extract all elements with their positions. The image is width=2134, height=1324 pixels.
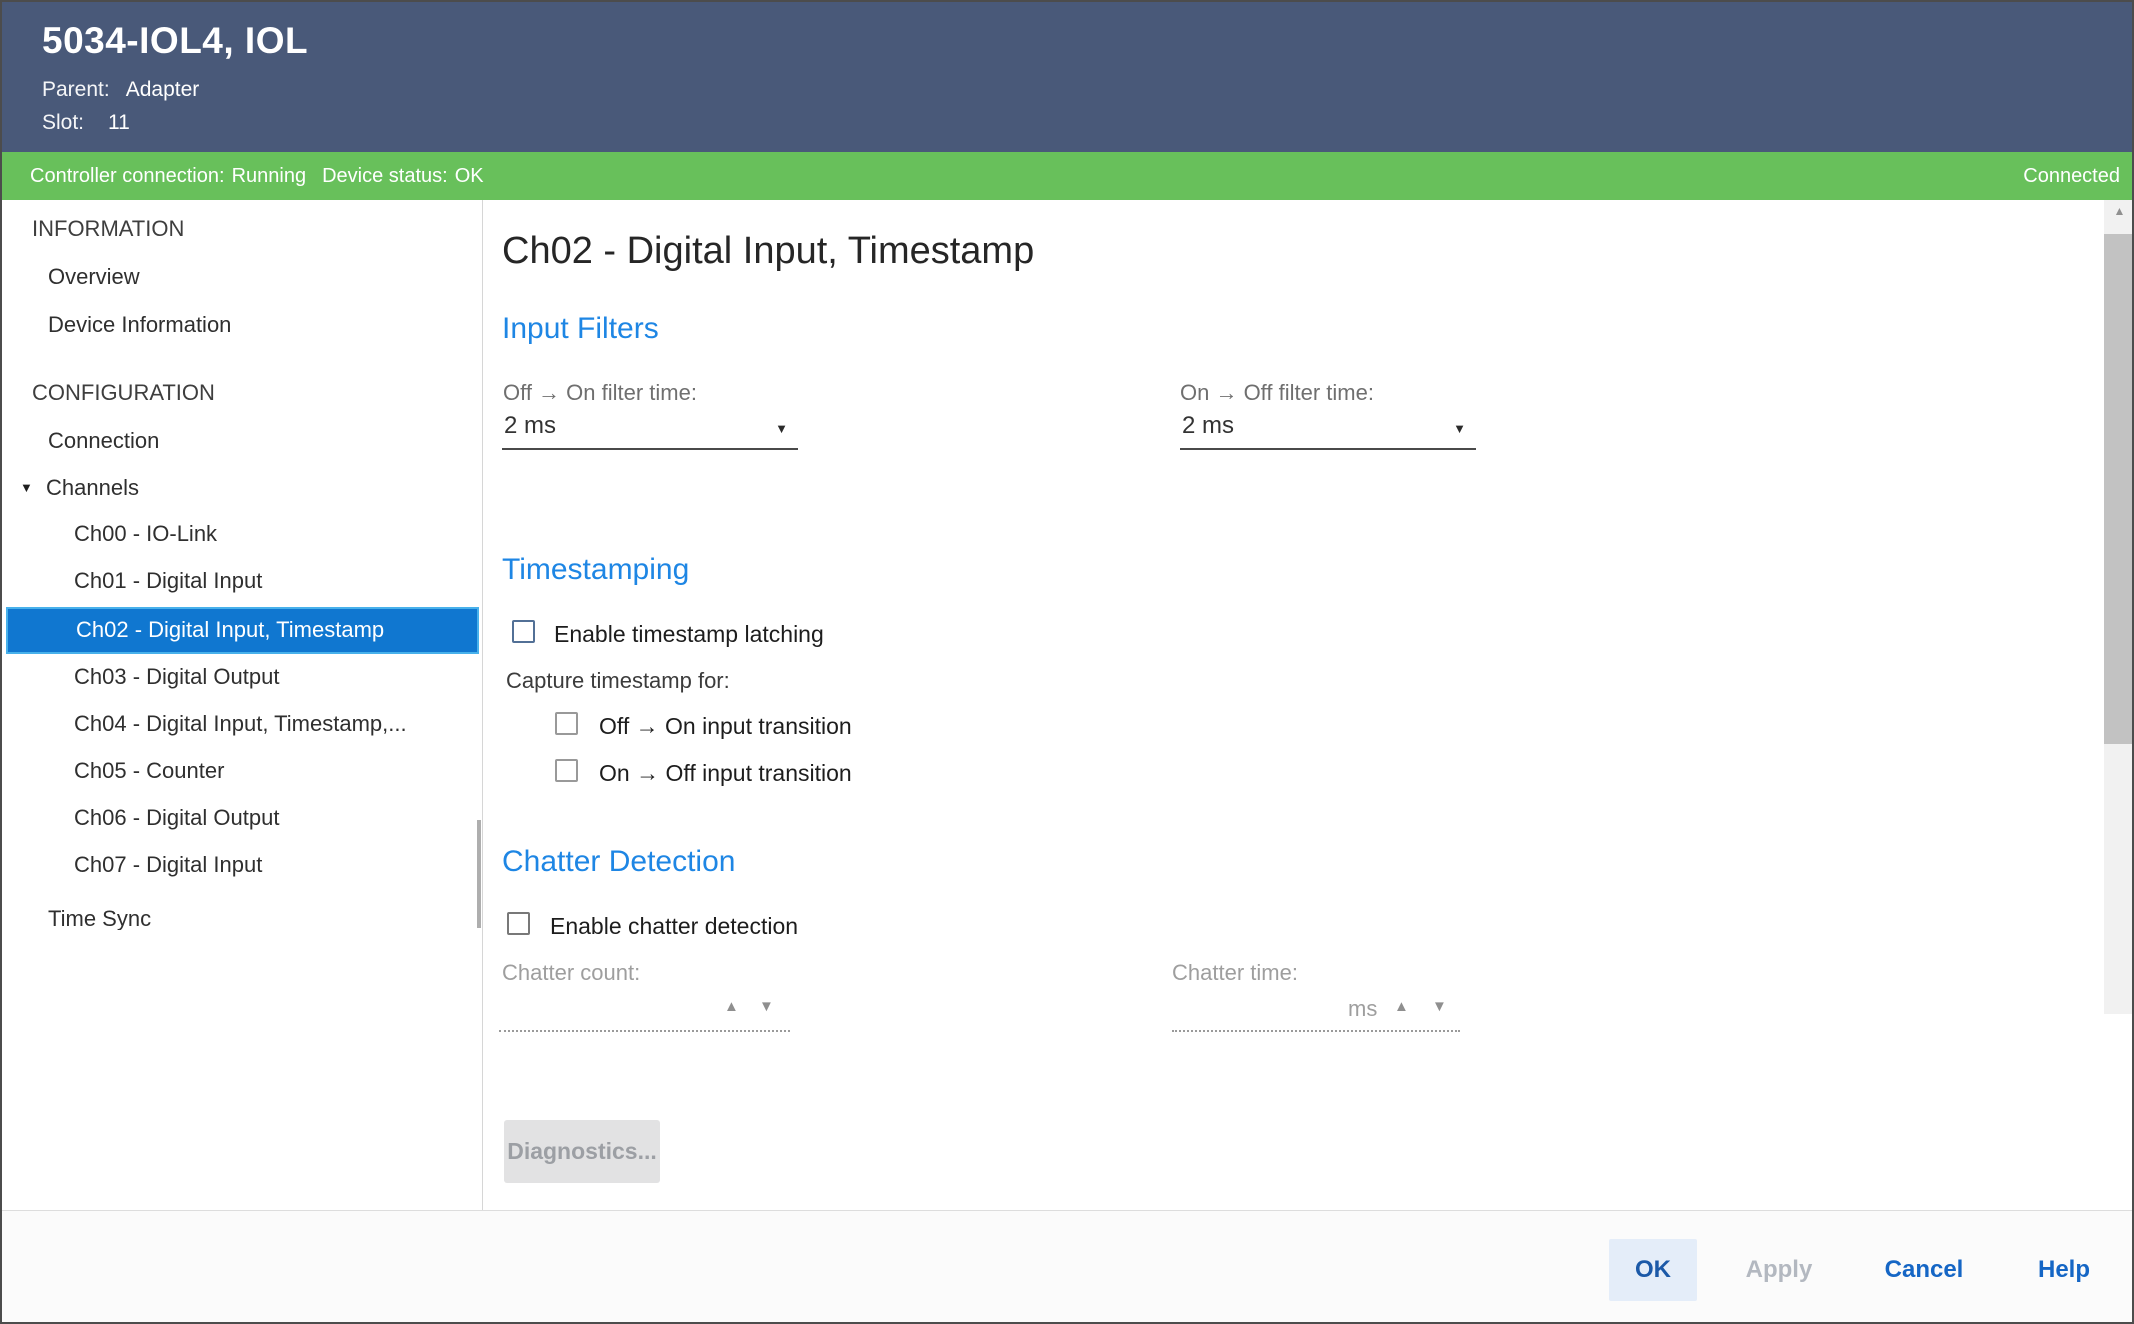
window-header: 5034-IOL4, IOL Parent: Adapter Slot: 11 [2,2,2132,152]
diagnostics-button[interactable]: Diagnostics... [504,1120,660,1183]
capture-off-on-label[interactable]: Off → On input transition [599,713,852,740]
capture-on-off-label[interactable]: On → Off input transition [599,760,852,787]
main-panel: Ch02 - Digital Input, Timestamp Input Fi… [483,200,2104,1211]
controller-connection-label: Controller connection: [30,165,225,187]
sidebar-nav: INFORMATION Overview Device Information … [2,200,481,930]
chatter-time-unit: ms [1348,996,1377,1022]
chatter-count-label: Chatter count: [502,960,640,986]
spinner-up-icon[interactable]: ▲ [1394,998,1409,1015]
capture-on-off-checkbox[interactable] [555,759,578,782]
spinner-up-icon[interactable]: ▲ [724,998,739,1015]
chatter-count-input[interactable] [499,1030,790,1032]
sidebar-item-ch02-selected[interactable]: Ch02 - Digital Input, Timestamp [6,607,479,654]
status-bar: Controller connection: Running Device stat… [2,152,2132,200]
slot-line: Slot: 11 [42,111,130,135]
parent-value: Adapter [126,78,200,101]
status-bar-left: Controller connection: Running Device stat… [30,152,491,200]
vertical-scrollbar[interactable]: ▲ [2104,200,2134,1014]
page-title: Ch02 - Digital Input, Timestamp [502,230,1034,273]
apply-button[interactable]: Apply [1724,1239,1834,1301]
input-filters-heading: Input Filters [502,312,659,346]
off-on-filter-value: 2 ms [504,412,556,440]
enable-chatter-detection-checkbox[interactable] [507,912,530,935]
sidebar-scrollbar-thumb[interactable] [477,820,481,928]
slot-value: 11 [108,111,130,134]
sidebar-item-ch06[interactable]: Ch06 - Digital Output [2,805,481,835]
module-title: 5034-IOL4, IOL [42,20,308,62]
chatter-detection-heading: Chatter Detection [502,845,735,879]
sidebar-item-ch07[interactable]: Ch07 - Digital Input [2,852,481,882]
scrollbar-thumb[interactable] [2104,234,2134,744]
spinner-down-icon[interactable]: ▼ [759,998,774,1015]
sidebar-item-ch01[interactable]: Ch01 - Digital Input [2,568,481,598]
sidebar-item-time-sync[interactable]: Time Sync [2,906,481,930]
footer-bar: OK Apply Cancel Help [2,1211,2132,1322]
sidebar-item-connection[interactable]: Connection [2,428,481,458]
on-off-filter-value: 2 ms [1182,412,1234,440]
sidebar-item-ch03[interactable]: Ch03 - Digital Output [2,664,481,694]
off-on-filter-label: Off → On filter time: [503,380,697,406]
capture-off-on-checkbox[interactable] [555,712,578,735]
parent-label: Parent: [42,78,110,101]
controller-connection-value: Running [232,165,307,187]
sidebar-item-channels[interactable]: ▼ Channels [2,475,481,505]
on-off-filter-select[interactable]: 2 ms ▼ [1180,410,1476,450]
spinner-down-icon[interactable]: ▼ [1432,998,1447,1015]
sidebar-section-information: INFORMATION [2,216,481,246]
slot-label: Slot: [42,111,84,134]
dropdown-arrow-icon[interactable]: ▼ [775,421,788,436]
dropdown-arrow-icon[interactable]: ▼ [1453,421,1466,436]
sidebar-item-ch00[interactable]: Ch00 - IO-Link [2,521,481,551]
module-properties-window: 5034-IOL4, IOL Parent: Adapter Slot: 11 Co… [0,0,2134,1324]
sidebar-item-ch05[interactable]: Ch05 - Counter [2,758,481,788]
device-status-label: Device status: [322,165,448,187]
timestamping-heading: Timestamping [502,553,689,587]
enable-timestamp-latching-label[interactable]: Enable timestamp latching [554,621,824,648]
chevron-down-icon[interactable]: ▼ [20,480,33,495]
enable-chatter-detection-label[interactable]: Enable chatter detection [550,913,798,940]
enable-timestamp-latching-checkbox[interactable] [512,620,535,643]
device-status-value: OK [455,165,484,187]
cancel-button[interactable]: Cancel [1869,1239,1979,1301]
off-on-filter-select[interactable]: 2 ms ▼ [502,410,798,450]
on-off-filter-label: On → Off filter time: [1180,380,1374,406]
sidebar-item-device-information[interactable]: Device Information [2,312,481,342]
sidebar-item-ch04[interactable]: Ch04 - Digital Input, Timestamp,... [2,711,481,741]
sidebar-section-configuration: CONFIGURATION [2,380,481,410]
chatter-time-label: Chatter time: [1172,960,1298,986]
ok-button[interactable]: OK [1609,1239,1697,1301]
connection-state-badge: Connected [2023,152,2120,200]
parent-line: Parent: Adapter [42,78,199,102]
scrollbar-up-icon[interactable]: ▲ [2104,204,2134,218]
capture-timestamp-label: Capture timestamp for: [506,668,730,694]
help-button[interactable]: Help [2014,1239,2114,1301]
chatter-time-input[interactable] [1172,1030,1460,1032]
sidebar-item-overview[interactable]: Overview [2,264,481,294]
